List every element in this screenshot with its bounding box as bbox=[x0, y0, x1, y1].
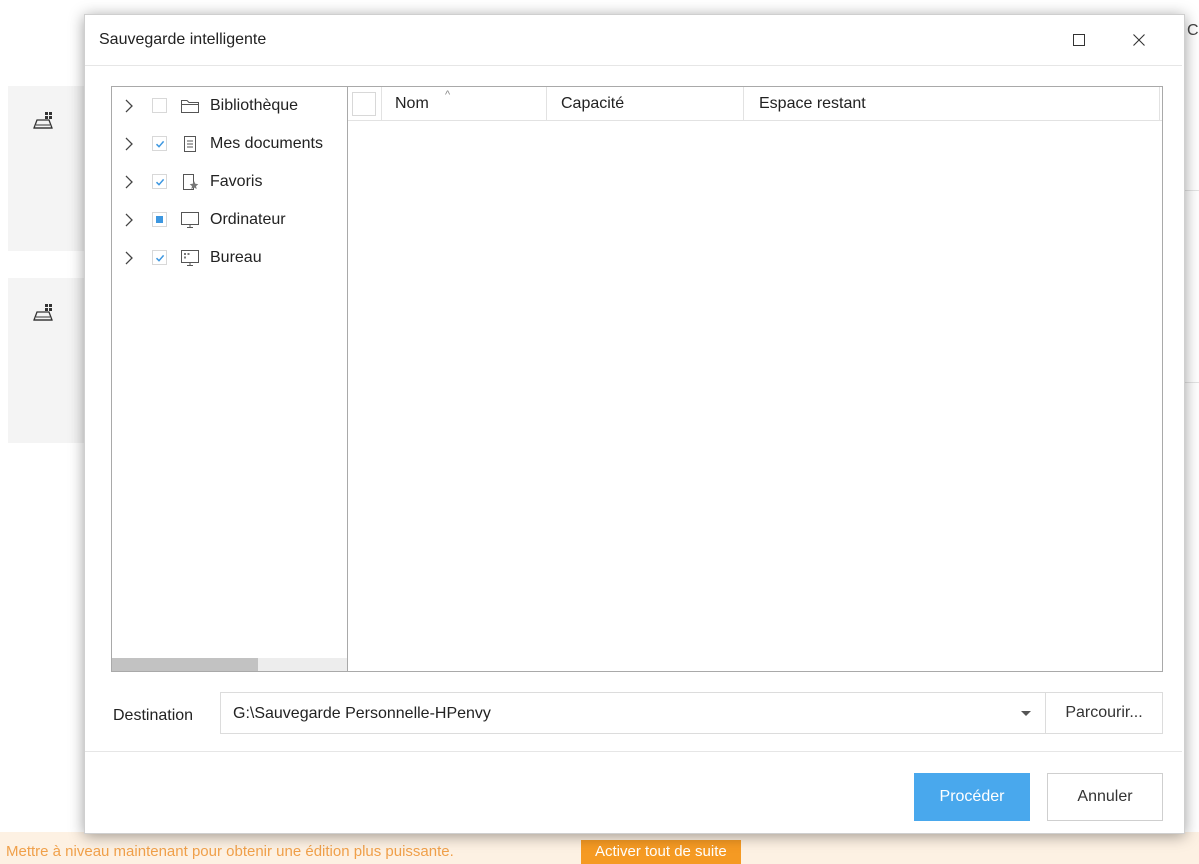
column-header-label: Capacité bbox=[561, 95, 625, 112]
destination-label: Destination bbox=[113, 707, 194, 724]
destination-combobox[interactable]: G:\Sauvegarde Personnelle-HPenvy bbox=[220, 692, 1046, 734]
desktop-icon bbox=[181, 250, 199, 266]
cancel-button[interactable]: Annuler bbox=[1047, 773, 1163, 821]
chevron-right-icon[interactable] bbox=[124, 175, 134, 189]
checkmark-icon bbox=[155, 140, 165, 148]
sort-ascending-icon: ^ bbox=[445, 89, 451, 101]
drive-network-icon bbox=[33, 112, 53, 129]
drive-list[interactable]: Nom ^ Capacité Espace restant bbox=[347, 86, 1163, 672]
drive-network-icon bbox=[33, 304, 53, 321]
column-header-free-space[interactable]: Espace restant bbox=[744, 87, 1160, 120]
select-all-checkbox[interactable] bbox=[352, 92, 376, 116]
close-button[interactable] bbox=[1119, 25, 1159, 55]
destination-value: G:\Sauvegarde Personnelle-HPenvy bbox=[233, 705, 491, 722]
proceed-button[interactable]: Procéder bbox=[914, 773, 1030, 821]
chevron-right-icon[interactable] bbox=[124, 213, 134, 227]
tree-item-library[interactable]: Bibliothèque bbox=[112, 92, 348, 122]
select-all-column bbox=[348, 87, 382, 120]
tree-item-computer[interactable]: Ordinateur bbox=[112, 206, 348, 236]
column-header-capacity[interactable]: Capacité bbox=[547, 87, 744, 120]
tree-item-label: Bureau bbox=[210, 249, 262, 266]
tree-item-favorites[interactable]: Favoris bbox=[112, 168, 348, 198]
smart-backup-dialog: Sauvegarde intelligente Bibliothèque Mes… bbox=[84, 14, 1185, 834]
maximize-icon bbox=[1073, 34, 1085, 46]
list-header: Nom ^ Capacité Espace restant bbox=[348, 87, 1162, 121]
dropdown-arrow-icon[interactable] bbox=[1021, 711, 1031, 716]
maximize-button[interactable] bbox=[1059, 25, 1099, 55]
chevron-right-icon[interactable] bbox=[124, 99, 134, 113]
tree-checkbox[interactable] bbox=[152, 250, 167, 265]
column-header-name[interactable]: Nom ^ bbox=[382, 87, 547, 120]
computer-icon bbox=[181, 212, 199, 228]
browse-button[interactable]: Parcourir... bbox=[1045, 692, 1163, 734]
column-header-label: Nom bbox=[395, 95, 429, 112]
upgrade-banner-text[interactable]: Mettre à niveau maintenant pour obtenir … bbox=[6, 843, 454, 860]
tree-item-label: Bibliothèque bbox=[210, 97, 299, 114]
source-tree[interactable]: Bibliothèque Mes documents Favoris Ordin… bbox=[111, 86, 348, 672]
checkmark-icon bbox=[155, 178, 165, 186]
tree-item-label: Mes documents bbox=[210, 135, 323, 152]
activate-now-button[interactable]: Activer tout de suite bbox=[581, 840, 741, 864]
background-divider bbox=[1185, 190, 1199, 191]
horizontal-scrollbar-thumb[interactable] bbox=[112, 658, 258, 671]
tree-checkbox[interactable] bbox=[152, 98, 167, 113]
background-divider bbox=[1185, 382, 1199, 383]
chevron-right-icon[interactable] bbox=[124, 137, 134, 151]
document-icon bbox=[184, 136, 196, 152]
tree-item-my-documents[interactable]: Mes documents bbox=[112, 130, 348, 160]
checkmark-icon bbox=[155, 254, 165, 262]
tree-checkbox[interactable] bbox=[152, 174, 167, 189]
tree-item-label: Favoris bbox=[210, 173, 263, 190]
footer-divider bbox=[85, 751, 1182, 752]
column-header-label: Espace restant bbox=[759, 95, 866, 112]
tree-item-label: Ordinateur bbox=[210, 211, 286, 228]
chevron-right-icon[interactable] bbox=[124, 251, 134, 265]
dialog-titlebar[interactable]: Sauvegarde intelligente bbox=[85, 15, 1184, 65]
favorites-icon bbox=[183, 174, 199, 190]
folder-icon bbox=[181, 100, 199, 113]
background-text-fragment: C bbox=[1187, 22, 1199, 39]
tree-item-desktop[interactable]: Bureau bbox=[112, 244, 348, 274]
close-icon bbox=[1133, 34, 1145, 46]
tree-checkbox[interactable] bbox=[152, 212, 167, 227]
dialog-title: Sauvegarde intelligente bbox=[99, 31, 267, 48]
titlebar-divider bbox=[85, 65, 1182, 66]
tree-checkbox[interactable] bbox=[152, 136, 167, 151]
